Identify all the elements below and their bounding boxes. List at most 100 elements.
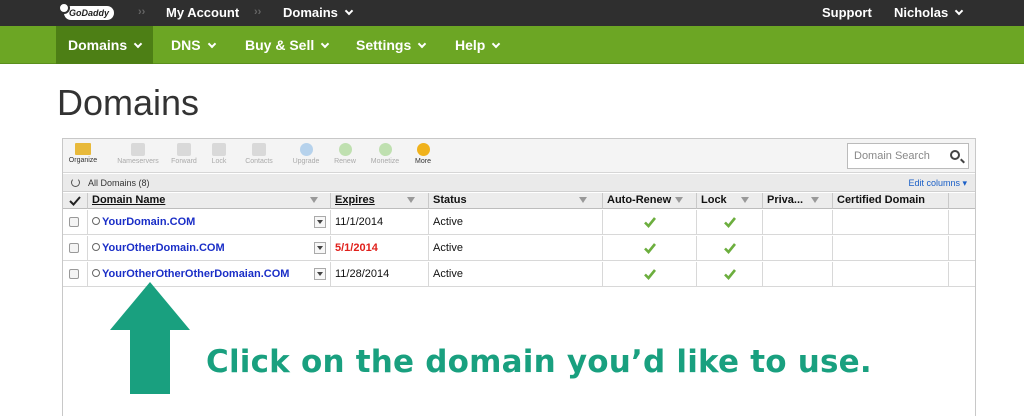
lock-cell: [697, 210, 763, 235]
nav-domains[interactable]: Domains: [56, 26, 154, 64]
status-cell: Active: [429, 210, 603, 235]
row-checkbox[interactable]: [69, 269, 79, 279]
row-checkbox[interactable]: [69, 217, 79, 227]
contacts-label: Contacts: [245, 158, 273, 165]
table-row: YourDomain.COM 11/1/2014 Active: [63, 210, 975, 235]
status-cell: Active: [429, 262, 603, 287]
nav-help[interactable]: Help: [455, 26, 501, 64]
privacy-cell: [763, 210, 833, 235]
nav-settings-label: Settings: [356, 37, 412, 53]
filter-icon[interactable]: [811, 197, 819, 203]
magnifier-icon[interactable]: [92, 243, 100, 251]
renew-icon: [338, 143, 352, 156]
column-header-status[interactable]: Status: [429, 193, 603, 209]
column-header-expires-label: Expires: [335, 194, 375, 206]
search-icon[interactable]: [950, 150, 960, 160]
organize-button[interactable]: Organize: [67, 143, 99, 164]
domain-cell: YourOtherDomain.COM: [88, 236, 331, 261]
magnifier-icon[interactable]: [92, 269, 100, 277]
autorenew-cell: [603, 210, 697, 235]
top-bar: GoDaddy ›› My Account ›› Domains Support…: [0, 0, 1024, 26]
privacy-cell: [763, 236, 833, 261]
domain-search-input[interactable]: Domain Search: [847, 143, 969, 169]
row-select-cell: [63, 236, 88, 261]
nav-settings[interactable]: Settings: [356, 26, 427, 64]
nav-help-label: Help: [455, 37, 486, 53]
row-actions-dropdown[interactable]: [314, 268, 326, 280]
column-header-certified-label: Certified Domain: [837, 194, 926, 206]
column-header-autorenew[interactable]: Auto-Renew: [603, 193, 697, 209]
organize-label: Organize: [68, 157, 98, 164]
filter-icon[interactable]: [675, 197, 683, 203]
filter-icon[interactable]: [579, 197, 587, 203]
list-subbar: All Domains (8) Edit columns ▾: [63, 174, 975, 192]
autorenew-cell: [603, 236, 697, 261]
column-header-privacy[interactable]: Priva...: [763, 193, 833, 209]
column-header-lock[interactable]: Lock: [697, 193, 763, 209]
edit-columns-link[interactable]: Edit columns ▾: [908, 178, 967, 189]
annotation-text: Click on the domain you’d like to use.: [206, 344, 872, 380]
nav-buy-sell-label: Buy & Sell: [245, 37, 315, 53]
certified-cell: [833, 236, 949, 261]
column-header-autorenew-label: Auto-Renew: [607, 194, 672, 206]
all-domains-label[interactable]: All Domains (8): [88, 178, 150, 188]
column-header-expires[interactable]: Expires: [331, 193, 429, 209]
nameservers-button[interactable]: Nameservers: [115, 143, 161, 165]
nav-dns[interactable]: DNS: [171, 26, 216, 64]
server-icon: [131, 143, 145, 156]
chevron-down-icon: [321, 39, 330, 49]
lock-cell: [697, 236, 763, 261]
support-link[interactable]: Support: [822, 5, 872, 20]
autorenew-cell: [603, 262, 697, 287]
contacts-button[interactable]: Contacts: [241, 143, 277, 165]
row-actions-dropdown[interactable]: [314, 216, 326, 228]
certified-cell: [833, 262, 949, 287]
forward-button[interactable]: Forward: [169, 143, 199, 165]
forward-arrow-icon: [177, 143, 191, 156]
table-row: YourOtherDomain.COM 5/1/2014 Active: [63, 236, 975, 261]
refresh-icon[interactable]: [71, 178, 80, 187]
nav-buy-sell[interactable]: Buy & Sell: [245, 26, 330, 64]
lock-button[interactable]: Lock: [209, 143, 229, 165]
green-check-icon: [644, 269, 656, 280]
expires-cell: 11/1/2014: [331, 210, 429, 235]
column-header-domain[interactable]: Domain Name: [88, 193, 331, 209]
table-row: YourOtherOtherOtherDomaian.COM 11/28/201…: [63, 262, 975, 287]
row-actions-dropdown[interactable]: [314, 242, 326, 254]
annotation-up-arrow-icon: [110, 282, 190, 394]
green-check-icon: [724, 243, 736, 254]
folder-icon: [75, 143, 91, 155]
filter-icon[interactable]: [741, 197, 749, 203]
column-header-certified[interactable]: Certified Domain: [833, 193, 949, 209]
filter-icon[interactable]: [310, 197, 318, 203]
column-header-extra: [949, 193, 975, 209]
dollar-icon: [378, 143, 392, 156]
renew-button[interactable]: Renew: [331, 143, 359, 165]
user-name: Nicholas: [894, 5, 949, 20]
green-check-icon: [644, 243, 656, 254]
chevron-down-icon: [133, 39, 143, 49]
magnifier-icon[interactable]: [92, 217, 100, 225]
domain-link[interactable]: YourOtherDomain.COM: [102, 242, 225, 254]
my-account-link[interactable]: My Account: [166, 5, 239, 20]
filter-icon[interactable]: [407, 197, 415, 203]
domain-link[interactable]: YourDomain.COM: [102, 216, 195, 228]
row-select-cell: [63, 210, 88, 235]
column-header-lock-label: Lock: [701, 194, 727, 206]
lock-icon: [212, 143, 226, 156]
more-button[interactable]: More: [411, 143, 435, 165]
renew-label: Renew: [334, 158, 356, 165]
domains-menu[interactable]: Domains: [283, 5, 354, 20]
row-checkbox[interactable]: [69, 243, 79, 253]
upgrade-button[interactable]: Upgrade: [289, 143, 323, 165]
breadcrumb-separator-icon: ››: [138, 6, 146, 18]
domain-cell: YourDomain.COM: [88, 210, 331, 235]
domain-link[interactable]: YourOtherOtherOtherDomaian.COM: [102, 268, 289, 280]
chevron-down-icon: [417, 39, 427, 49]
user-menu[interactable]: Nicholas: [894, 5, 964, 20]
godaddy-logo[interactable]: GoDaddy: [58, 2, 116, 22]
upgrade-icon: [299, 143, 313, 156]
select-all-header[interactable]: [63, 193, 88, 209]
monetize-button[interactable]: Monetize: [367, 143, 403, 165]
more-label: More: [415, 158, 431, 165]
